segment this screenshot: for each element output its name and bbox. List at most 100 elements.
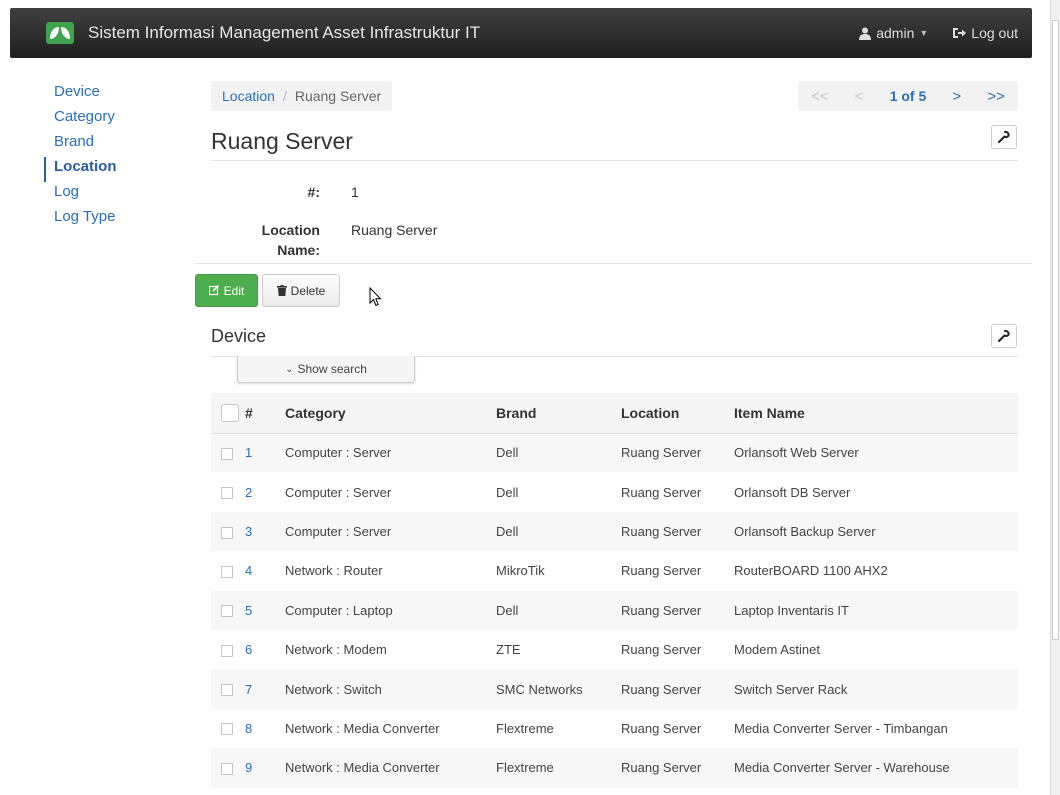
show-search-label: Show search (297, 362, 367, 376)
column-header-num[interactable]: # (245, 393, 285, 434)
cell-brand: Dell (496, 433, 621, 473)
cell-category: Computer : Laptop (285, 590, 496, 630)
row-checkbox[interactable] (221, 762, 233, 775)
device-table: # Category Brand Location Item Name 1 Co… (211, 393, 1018, 788)
cell-category: Network : Switch (285, 669, 496, 709)
app-window: Sistem Informasi Management Asset Infras… (0, 0, 1060, 795)
last-record-button[interactable]: >> (987, 88, 1005, 105)
table-row[interactable]: 6 Network : Modem ZTE Ruang Server Modem… (211, 629, 1018, 670)
header-select-all[interactable] (211, 393, 245, 434)
vertical-scrollbar[interactable] (1050, 0, 1060, 795)
trash-icon (276, 285, 287, 296)
row-checkbox[interactable] (221, 526, 233, 539)
cell-brand: SMC Networks (496, 669, 621, 709)
column-header-location[interactable]: Location (621, 393, 734, 434)
wrench-icon (998, 131, 1010, 143)
first-record-button[interactable]: << (811, 88, 829, 105)
sidebar-item-category[interactable]: Category (44, 107, 164, 132)
scrollbar-thumb[interactable] (1052, 20, 1059, 640)
row-checkbox[interactable] (221, 565, 233, 578)
table-row[interactable]: 8 Network : Media Converter Flextreme Ru… (211, 708, 1018, 749)
breadcrumb-location-link[interactable]: Location (222, 88, 275, 104)
table-row[interactable]: 2 Computer : Server Dell Ruang Server Or… (211, 472, 1018, 512)
caret-down-icon: ▼ (919, 28, 929, 38)
table-row[interactable]: 9 Network : Media Converter Flextreme Ru… (211, 748, 1018, 788)
navbar-right: admin ▼ Log out (859, 8, 1018, 58)
table-header-row: # Category Brand Location Item Name (211, 393, 1018, 434)
app-title: Sistem Informasi Management Asset Infras… (88, 23, 481, 42)
page-title: Ruang Server (211, 128, 353, 154)
edit-button-label: Edit (223, 283, 245, 298)
cell-category: Network : Router (285, 551, 496, 591)
cell-category: Computer : Server (285, 511, 496, 552)
device-settings-button[interactable] (991, 324, 1017, 348)
row-number-link[interactable]: 6 (245, 642, 252, 657)
cell-location: Ruang Server (621, 472, 734, 512)
row-number-link[interactable]: 3 (245, 524, 252, 539)
table-row[interactable]: 4 Network : Router MikroTik Ruang Server… (211, 551, 1018, 591)
show-search-button[interactable]: ⌄ Show search (237, 356, 415, 383)
row-number-link[interactable]: 5 (245, 603, 252, 618)
cell-item-name: Media Converter Server - Timbangan (734, 708, 1018, 749)
settings-button[interactable] (991, 125, 1017, 149)
location-name-value: Ruang Server (351, 222, 438, 238)
cell-brand: Dell (496, 472, 621, 512)
sidebar-item-location[interactable]: Location (44, 157, 164, 182)
location-name-label-line2: Name: (277, 242, 320, 258)
chevron-down-icon: ⌄ (285, 363, 294, 375)
location-name-label-line1: Location (261, 222, 320, 238)
column-header-category[interactable]: Category (285, 393, 496, 434)
edit-button[interactable]: Edit (195, 274, 258, 307)
row-checkbox[interactable] (221, 644, 233, 657)
row-checkbox[interactable] (221, 448, 233, 460)
cell-category: Computer : Server (285, 433, 496, 473)
wrench-icon (998, 330, 1010, 342)
breadcrumb: Location / Ruang Server (211, 81, 393, 111)
id-label: #: (307, 184, 320, 200)
cell-category: Network : Modem (285, 629, 496, 670)
row-checkbox[interactable] (221, 684, 233, 697)
row-number-link[interactable]: 2 (245, 485, 252, 500)
cell-location: Ruang Server (621, 551, 734, 591)
table-row[interactable]: 1 Computer : Server Dell Ruang Server Or… (211, 433, 1018, 473)
cell-location: Ruang Server (621, 708, 734, 749)
logout-link[interactable]: Log out (952, 25, 1018, 41)
table-row[interactable]: 5 Computer : Laptop Dell Ruang Server La… (211, 590, 1018, 630)
cell-brand: ZTE (496, 629, 621, 670)
table-row[interactable]: 7 Network : Switch SMC Networks Ruang Se… (211, 669, 1018, 709)
row-number-link[interactable]: 4 (245, 563, 252, 578)
row-checkbox[interactable] (221, 605, 233, 618)
cell-brand: MikroTik (496, 551, 621, 591)
row-number-link[interactable]: 9 (245, 760, 252, 775)
record-position: 1 of 5 (889, 88, 927, 104)
row-checkbox[interactable] (221, 487, 233, 500)
cell-location: Ruang Server (621, 629, 734, 670)
cell-location: Ruang Server (621, 748, 734, 788)
user-menu[interactable]: admin ▼ (859, 25, 928, 41)
cell-item-name: Orlansoft Backup Server (734, 511, 1018, 552)
brand[interactable]: Sistem Informasi Management Asset Infras… (46, 8, 480, 58)
user-icon (859, 27, 872, 40)
cell-category: Network : Media Converter (285, 708, 496, 749)
sidebar-item-log-type[interactable]: Log Type (44, 207, 164, 232)
table-row[interactable]: 3 Computer : Server Dell Ruang Server Or… (211, 511, 1018, 552)
cell-brand: Dell (496, 590, 621, 630)
delete-button[interactable]: Delete (262, 274, 340, 307)
sidebar-item-device[interactable]: Device (44, 82, 164, 107)
cell-item-name: Orlansoft Web Server (734, 433, 1018, 473)
cell-brand: Flextreme (496, 748, 621, 788)
sidebar-item-brand[interactable]: Brand (44, 132, 164, 157)
row-checkbox[interactable] (221, 723, 233, 736)
prev-record-button[interactable]: < (855, 88, 864, 105)
next-record-button[interactable]: > (952, 88, 961, 105)
sidebar-item-log[interactable]: Log (44, 182, 164, 207)
edit-icon (208, 285, 219, 296)
row-number-link[interactable]: 1 (245, 445, 252, 460)
column-header-item-name[interactable]: Item Name (734, 393, 1018, 434)
column-header-brand[interactable]: Brand (496, 393, 621, 434)
select-all-checkbox[interactable] (221, 403, 239, 422)
row-number-link[interactable]: 7 (245, 682, 252, 697)
row-number-link[interactable]: 8 (245, 721, 252, 736)
cell-location: Ruang Server (621, 433, 734, 473)
cell-location: Ruang Server (621, 511, 734, 552)
